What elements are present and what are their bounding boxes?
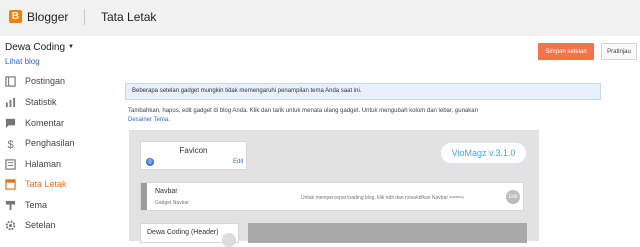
navbar-hint: Untuk mempercepat loading blog, klik edi… [301,195,465,201]
view-blog-link[interactable]: Lihat blog [5,57,40,66]
favicon-edit-link[interactable]: Edit [233,159,243,165]
sidebar-item-postingan[interactable]: Postingan [0,73,110,91]
comment-icon [5,118,16,129]
blogger-logo-icon[interactable]: B [9,10,22,23]
gadget-title: Dewa Coding (Header) [147,229,219,236]
header-gadget[interactable]: Dewa Coding (Header) [140,223,239,247]
layout-icon [5,179,16,190]
theme-designer-link[interactable]: Desainer Tema. [128,117,170,123]
sidebar-item-penghasilan[interactable]: $ Penghasilan [0,135,110,153]
theme-icon [5,200,16,211]
sidebar-item-label: Postingan [25,76,66,86]
dollar-icon: $ [7,139,13,149]
header-image-placeholder [248,223,527,243]
blog-name: Dewa Coding [5,42,66,53]
sidebar-item-label: Statistik [25,97,57,107]
stats-icon [5,97,16,108]
drag-handle[interactable] [141,183,147,210]
sidebar-item-label: Halaman [25,159,62,169]
gear-icon [5,220,16,231]
blog-selector[interactable]: Dewa Coding ▼ [5,42,74,53]
sidebar-item-label: Komentar [25,118,65,128]
sidebar-item-halaman[interactable]: Halaman [0,156,110,174]
sidebar-item-label: Penghasilan [25,138,75,148]
header-divider [84,9,85,25]
gadget-title: Favicon [179,146,208,155]
sidebar-item-komentar[interactable]: Komentar [0,115,110,133]
layout-description: Tambahkan, hapus, edit gadget di blog An… [128,107,598,125]
navbar-edit-button[interactable]: Edit [506,190,520,204]
page-title: Tata Letak [101,10,157,24]
sidebar-item-label: Tata Letak [25,179,67,189]
favicon-gadget[interactable]: Favicon ◎ Edit [140,141,247,170]
notice-banner: Beberapa setelan gadget mungkin tidak me… [125,83,601,100]
sidebar-item-statistik[interactable]: Statistik [0,94,110,112]
layout-editor: Favicon ◎ Edit VioMagz v.3.1.0 Navbar Ga… [129,130,539,247]
favicon-icon: ◎ [146,158,154,166]
template-version-badge: VioMagz v.3.1.0 [440,142,527,164]
gadget-subtitle: Gadget Navbar [155,200,189,206]
pages-icon [5,159,16,170]
sidebar-item-setelan[interactable]: Setelan [0,217,110,235]
sidebar-item-label: Setelan [25,220,56,230]
top-bar: B Blogger Tata Letak [0,0,640,36]
sidebar-item-label: Tema [25,200,48,210]
posts-icon [5,76,16,87]
navbar-gadget[interactable]: Navbar Gadget Navbar Untuk mempercepat l… [140,182,524,211]
brand-name[interactable]: Blogger [27,10,68,24]
svg-text:$: $ [7,139,13,149]
caret-down-icon: ▼ [68,44,74,51]
sidebar-item-tata-letak[interactable]: Tata Letak [0,176,110,194]
sidebar-item-tema[interactable]: Tema [0,197,110,215]
description-text: Tambahkan, hapus, edit gadget di blog An… [128,108,478,114]
gadget-title: Navbar [155,188,178,195]
save-settings-button[interactable]: Simpan setelan [538,43,594,60]
preview-button[interactable]: Pratinjau [601,43,637,60]
header-edit-button[interactable] [222,233,236,247]
